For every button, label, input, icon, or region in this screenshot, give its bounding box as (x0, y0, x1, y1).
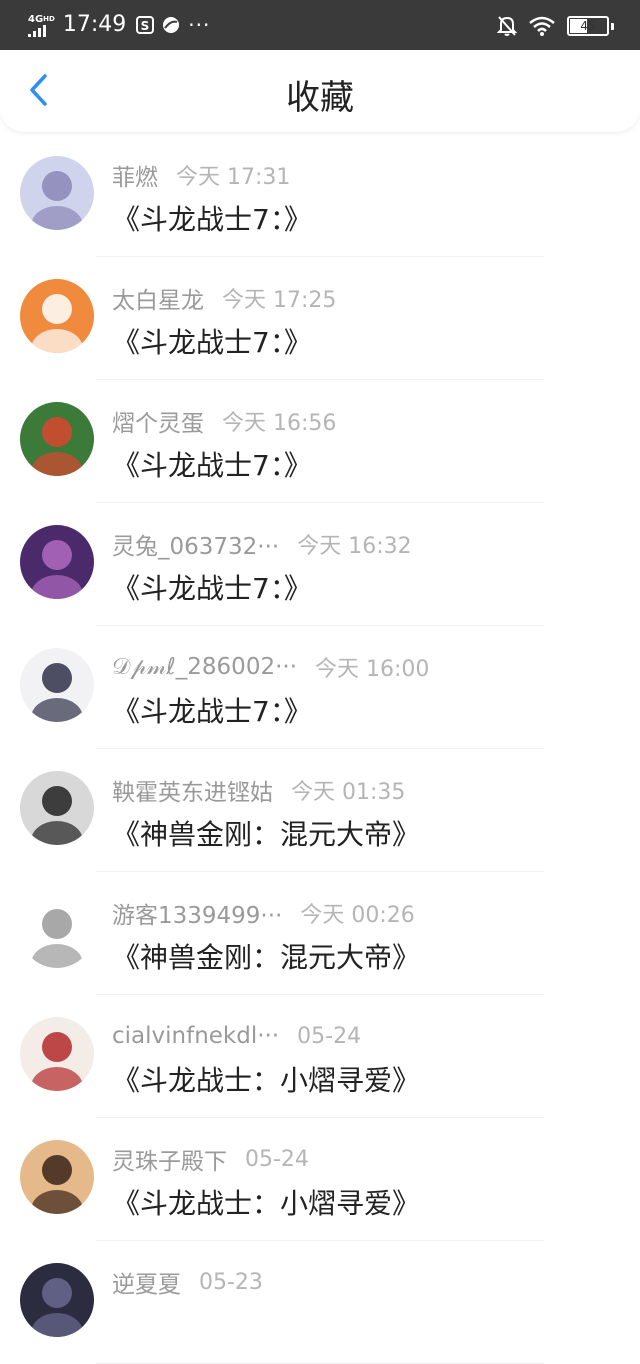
avatar[interactable] (20, 525, 94, 599)
work-title[interactable]: 《斗龙战士7：》 (112, 321, 312, 361)
user-line: 太白星龙 今天 17:25 (112, 281, 337, 315)
more-notifications-icon: ··· (188, 13, 211, 37)
list-item[interactable]: cialvinfnekdl··· 05-24 《斗龙战士：小熠寻爱》 (0, 995, 640, 1118)
user-line: 鞅霍英东进铿姑 今天 01:35 (112, 773, 406, 807)
timestamp: 05-24 (245, 1146, 309, 1172)
list-item[interactable]: 太白星龙 今天 17:25 《斗龙战士7：》 (0, 257, 640, 380)
svg-text:S: S (141, 19, 150, 33)
status-bar: 4GHD 17:49 S ··· 45 (0, 0, 640, 50)
list-item[interactable]: 熠个灵蛋 今天 16:56 《斗龙战士7：》 (0, 380, 640, 503)
list-item[interactable]: 菲燃 今天 17:31 《斗龙战士7：》 (0, 134, 640, 257)
timestamp: 今天 16:56 (222, 411, 337, 436)
timestamp: 今天 01:35 (291, 780, 406, 805)
signal-icon (28, 24, 46, 37)
user-line: 𝒟𝓅𝓂ℓ_286002··· 今天 16:00 (112, 652, 429, 682)
user-line: cialvinfnekdl··· 05-24 (112, 1021, 361, 1051)
battery-cap (611, 22, 614, 30)
avatar[interactable] (20, 279, 94, 353)
user-name[interactable]: 游客1339499··· (112, 896, 282, 930)
list-item[interactable]: 灵珠子殿下 05-24 《斗龙战士：小熠寻爱》 (0, 1118, 640, 1241)
nav-bar: 收藏 (0, 50, 640, 132)
battery-icon: 45 (567, 16, 609, 36)
avatar[interactable] (20, 402, 94, 476)
avatar-image (20, 1140, 94, 1214)
favorites-list: 菲燃 今天 17:31 《斗龙战士7：》 太白星龙 今天 17:25 《斗龙战士… (0, 134, 640, 1364)
timestamp: 今天 00:26 (300, 903, 415, 928)
work-title[interactable]: 《斗龙战士：小熠寻爱》 (112, 1059, 420, 1099)
timestamp: 今天 17:31 (176, 165, 291, 190)
user-name[interactable]: 灵兔_063732··· (112, 527, 279, 561)
timestamp: 05-24 (297, 1023, 362, 1049)
work-title[interactable]: 《斗龙战士7：》 (112, 690, 312, 730)
user-line: 菲燃 今天 17:31 (112, 158, 291, 192)
avatar[interactable] (20, 1017, 94, 1091)
avatar[interactable] (20, 648, 94, 722)
list-item[interactable]: 游客1339499··· 今天 00:26 《神兽金刚：混元大帝》 (0, 872, 640, 995)
user-name[interactable]: 鞅霍英东进铿姑 (112, 773, 273, 807)
work-title[interactable]: 《斗龙战士7：》 (112, 567, 312, 607)
timestamp: 今天 17:25 (222, 288, 337, 313)
list-item[interactable]: 逆夏夏 05-23 (0, 1241, 640, 1364)
avatar-image (20, 1017, 94, 1091)
avatar-image (20, 156, 94, 230)
user-line: 灵珠子殿下 05-24 (112, 1142, 309, 1176)
timestamp: 05-23 (199, 1269, 263, 1295)
user-line: 逆夏夏 05-23 (112, 1265, 263, 1299)
user-name[interactable]: 灵珠子殿下 (112, 1142, 227, 1176)
avatar-image (20, 1263, 94, 1337)
avatar-image (20, 525, 94, 599)
status-time: 17:49 (62, 12, 127, 37)
avatar-image (20, 648, 94, 722)
page-title: 收藏 (286, 78, 354, 118)
user-name[interactable]: 逆夏夏 (112, 1265, 181, 1299)
network-label: 4GHD (28, 13, 55, 25)
avatar-image (20, 402, 94, 476)
work-title[interactable]: 《神兽金刚：混元大帝》 (112, 813, 420, 853)
status-right: 45 (497, 13, 614, 39)
avatar[interactable] (20, 1140, 94, 1214)
list-item[interactable]: 灵兔_063732··· 今天 16:32 《斗龙战士7：》 (0, 503, 640, 626)
user-name[interactable]: 熠个灵蛋 (112, 404, 204, 438)
avatar[interactable] (20, 1263, 94, 1337)
network-indicator: 4GHD (28, 14, 55, 37)
user-line: 灵兔_063732··· 今天 16:32 (112, 527, 412, 561)
avatar[interactable] (20, 156, 94, 230)
timestamp: 今天 16:00 (315, 657, 430, 682)
work-title[interactable]: 《斗龙战士7：》 (112, 444, 312, 484)
list-item[interactable]: 𝒟𝓅𝓂ℓ_286002··· 今天 16:00 《斗龙战士7：》 (0, 626, 640, 749)
mute-bell-icon (497, 16, 517, 36)
status-left: 4GHD 17:49 S ··· (28, 10, 210, 40)
avatar-image (20, 279, 94, 353)
user-line: 游客1339499··· 今天 00:26 (112, 896, 415, 930)
user-line: 熠个灵蛋 今天 16:56 (112, 404, 337, 438)
avatar[interactable] (20, 894, 94, 968)
work-title[interactable]: 《斗龙战士7：》 (112, 198, 312, 238)
work-title[interactable]: 《神兽金刚：混元大帝》 (112, 936, 420, 976)
list-item[interactable]: 鞅霍英东进铿姑 今天 01:35 《神兽金刚：混元大帝》 (0, 749, 640, 872)
avatar[interactable] (20, 771, 94, 845)
avatar-image (20, 894, 94, 968)
app-leaf-icon (163, 17, 180, 33)
user-name[interactable]: 𝒟𝓅𝓂ℓ_286002··· (112, 654, 297, 680)
battery-level: 45 (580, 19, 596, 33)
user-name[interactable]: cialvinfnekdl··· (112, 1023, 279, 1049)
avatar-image (20, 771, 94, 845)
user-name[interactable]: 太白星龙 (112, 281, 204, 315)
user-name[interactable]: 菲燃 (112, 158, 158, 192)
app-s-icon: S (136, 16, 155, 34)
wifi-icon (529, 16, 555, 36)
timestamp: 今天 16:32 (297, 534, 412, 559)
work-title[interactable]: 《斗龙战士：小熠寻爱》 (112, 1182, 420, 1222)
